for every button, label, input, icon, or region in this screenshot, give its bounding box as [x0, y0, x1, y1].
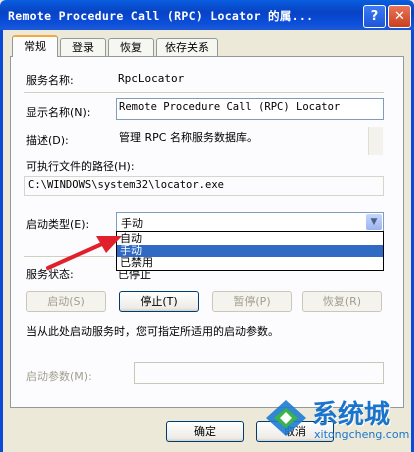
watermark: 系统城 xitongcheng.com	[256, 390, 414, 452]
annotation-arrow	[46, 236, 122, 270]
watermark-logo-icon	[266, 400, 306, 436]
watermark-url: xitongcheng.com	[314, 428, 410, 441]
watermark-brand: 系统城	[312, 400, 391, 430]
annotation-arrow-shaft	[46, 241, 106, 270]
